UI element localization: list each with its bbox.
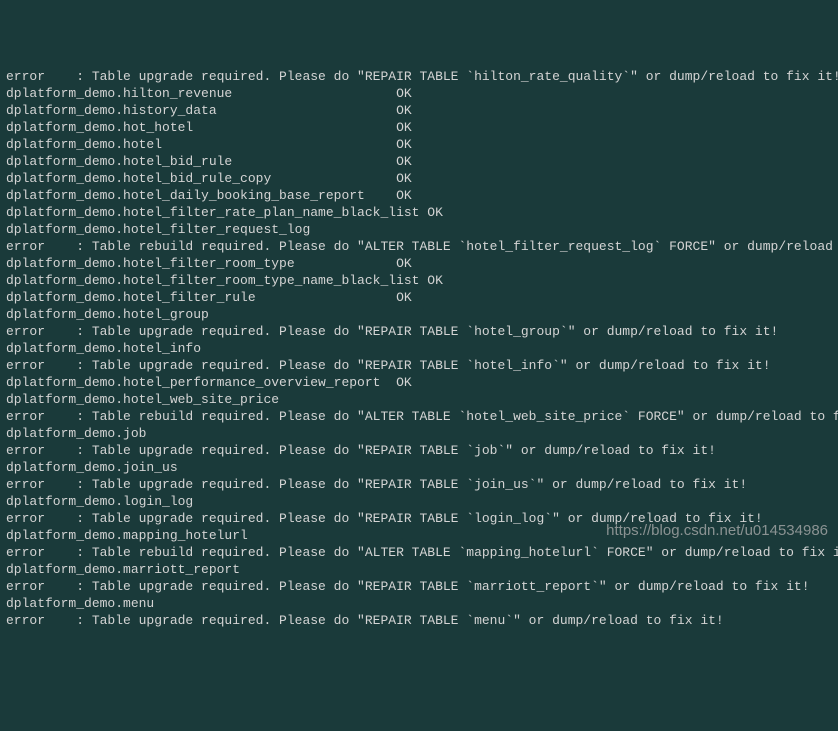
- terminal-line: dplatform_demo.hot_hotel OK: [6, 119, 832, 136]
- terminal-line: error : Table upgrade required. Please d…: [6, 476, 832, 493]
- terminal-line: dplatform_demo.hotel_web_site_price: [6, 391, 832, 408]
- terminal-line: dplatform_demo.hotel_filter_rule OK: [6, 289, 832, 306]
- terminal-line: error : Table upgrade required. Please d…: [6, 357, 832, 374]
- terminal-line: dplatform_demo.mapping_hotelurl: [6, 527, 832, 544]
- terminal-line: dplatform_demo.join_us: [6, 459, 832, 476]
- terminal-line: dplatform_demo.hotel_bid_rule OK: [6, 153, 832, 170]
- terminal-line: dplatform_demo.hotel OK: [6, 136, 832, 153]
- terminal-line: dplatform_demo.job: [6, 425, 832, 442]
- terminal-line: dplatform_demo.marriott_report: [6, 561, 832, 578]
- terminal-line: dplatform_demo.menu: [6, 595, 832, 612]
- terminal-line: dplatform_demo.hotel_performance_overvie…: [6, 374, 832, 391]
- terminal-line: error : Table upgrade required. Please d…: [6, 68, 832, 85]
- terminal-line: error : Table upgrade required. Please d…: [6, 442, 832, 459]
- terminal-line: dplatform_demo.hotel_bid_rule_copy OK: [6, 170, 832, 187]
- terminal-line: error : Table upgrade required. Please d…: [6, 510, 832, 527]
- terminal-line: dplatform_demo.hilton_revenue OK: [6, 85, 832, 102]
- terminal-line: dplatform_demo.hotel_filter_room_type_na…: [6, 272, 832, 289]
- terminal-line: error : Table rebuild required. Please d…: [6, 238, 832, 255]
- terminal-output: error : Table upgrade required. Please d…: [6, 68, 832, 629]
- terminal-line: error : Table upgrade required. Please d…: [6, 578, 832, 595]
- terminal-line: dplatform_demo.hotel_group: [6, 306, 832, 323]
- terminal-line: dplatform_demo.hotel_filter_rate_plan_na…: [6, 204, 832, 221]
- terminal-line: dplatform_demo.hotel_filter_room_type OK: [6, 255, 832, 272]
- terminal-line: dplatform_demo.hotel_daily_booking_base_…: [6, 187, 832, 204]
- terminal-line: error : Table rebuild required. Please d…: [6, 408, 832, 425]
- terminal-line: dplatform_demo.history_data OK: [6, 102, 832, 119]
- terminal-line: dplatform_demo.hotel_filter_request_log: [6, 221, 832, 238]
- terminal-line: error : Table upgrade required. Please d…: [6, 612, 832, 629]
- terminal-line: dplatform_demo.hotel_info: [6, 340, 832, 357]
- terminal-line: error : Table upgrade required. Please d…: [6, 323, 832, 340]
- terminal-line: dplatform_demo.login_log: [6, 493, 832, 510]
